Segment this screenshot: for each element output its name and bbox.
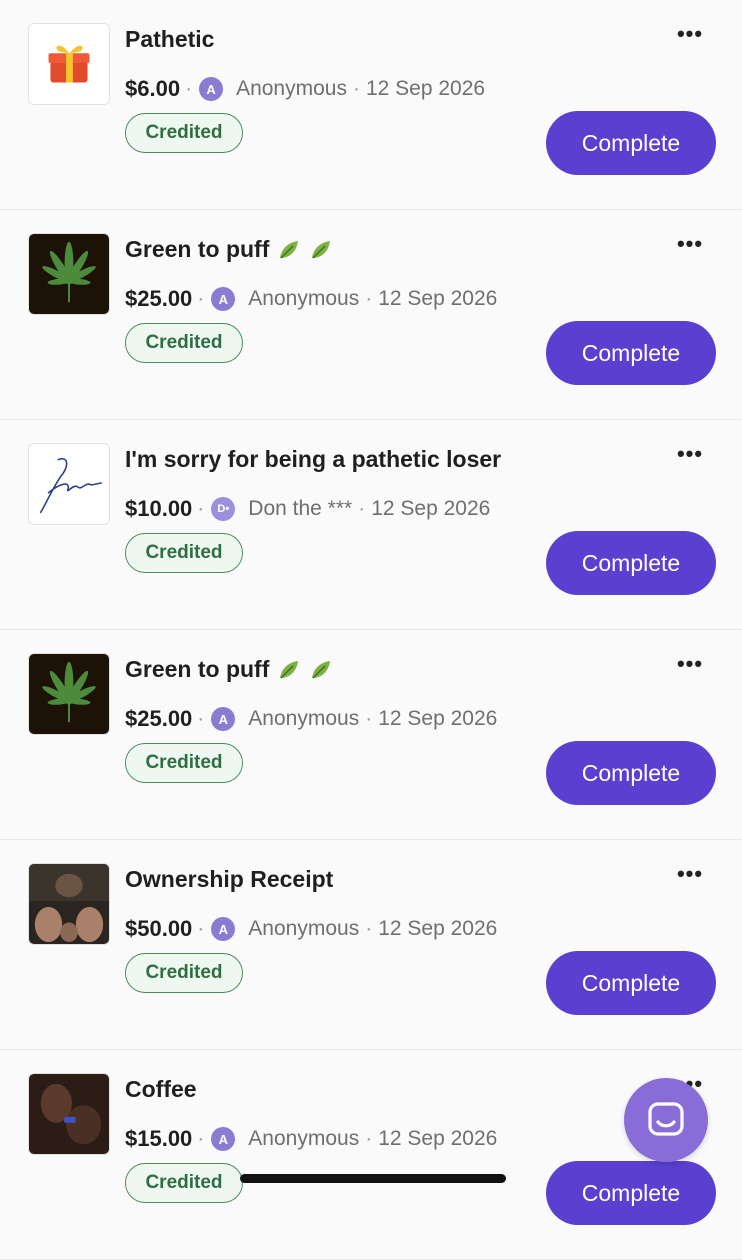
- chat-bubble-icon: [648, 1102, 684, 1136]
- separator: ·: [197, 917, 205, 940]
- complete-button[interactable]: Complete: [546, 951, 716, 1015]
- more-dots-icon[interactable]: •••: [672, 441, 708, 466]
- transaction-amount: $10.00: [125, 496, 193, 521]
- complete-button[interactable]: Complete: [546, 111, 716, 175]
- gift-icon: [29, 24, 109, 104]
- signature-icon: [29, 444, 109, 524]
- avatar: D•: [211, 497, 236, 521]
- sender-name: Anonymous: [236, 77, 347, 100]
- list-item: Green to puff $25.00 · A Anonymous · 12 …: [0, 210, 742, 420]
- photo-icon: [29, 1074, 109, 1154]
- status-badge: Credited: [125, 113, 243, 153]
- herb-leaf-icon: [312, 240, 331, 258]
- leaf-thumbnail: [28, 233, 110, 315]
- transaction-meta: $15.00 · A Anonymous · 12 Sep 2026: [125, 1124, 497, 1154]
- status-badge: Credited: [125, 743, 243, 783]
- transaction-date: 12 Sep 2026: [378, 707, 498, 730]
- more-dots-icon[interactable]: •••: [672, 21, 708, 46]
- transaction-amount: $6.00: [125, 76, 181, 101]
- complete-button[interactable]: Complete: [546, 531, 716, 595]
- transaction-date: 12 Sep 2026: [378, 917, 498, 940]
- transaction-title: I'm sorry for being a pathetic loser: [125, 446, 502, 472]
- transaction-title: Pathetic: [125, 26, 215, 52]
- sender-name: Anonymous: [248, 287, 360, 310]
- complete-button[interactable]: Complete: [546, 321, 716, 385]
- separator: ·: [185, 77, 193, 100]
- separator: ·: [197, 707, 205, 730]
- sender-name: Anonymous: [248, 1127, 360, 1150]
- avatar: A: [211, 287, 236, 311]
- complete-button[interactable]: Complete: [546, 1161, 716, 1225]
- more-dots-icon[interactable]: •••: [672, 651, 708, 676]
- separator: ·: [358, 497, 366, 520]
- separator: ·: [197, 497, 205, 520]
- gift-thumbnail: [28, 23, 110, 105]
- transaction-date: 12 Sep 2026: [378, 1127, 498, 1150]
- transaction-list: Pathetic $6.00 · A Anonymous · 12 Sep 20…: [0, 0, 742, 1260]
- transaction-date: 12 Sep 2026: [365, 77, 486, 100]
- avatar: A: [211, 707, 236, 731]
- list-item: Pathetic $6.00 · A Anonymous · 12 Sep 20…: [0, 0, 742, 210]
- photo-icon: [29, 864, 109, 944]
- transaction-title: Green to puff: [125, 236, 333, 263]
- sender-name: Anonymous: [248, 707, 360, 730]
- separator: ·: [197, 287, 205, 310]
- avatar: A: [211, 1127, 236, 1151]
- cannabis-leaf-icon: [29, 654, 109, 734]
- transaction-title: Ownership Receipt: [125, 866, 334, 892]
- photo-thumbnail: [28, 863, 110, 945]
- separator: ·: [365, 287, 373, 310]
- herb-leaf-icon: [280, 660, 299, 678]
- list-item: I'm sorry for being a pathetic loser $10…: [0, 420, 742, 630]
- transaction-title: Coffee: [125, 1076, 197, 1102]
- transaction-meta: $6.00 · A Anonymous · 12 Sep 2026: [125, 74, 485, 104]
- transaction-meta: $25.00 · A Anonymous · 12 Sep 2026: [125, 284, 497, 314]
- separator: ·: [352, 77, 360, 100]
- signature-thumbnail: [28, 443, 110, 525]
- more-dots-icon[interactable]: •••: [672, 231, 708, 256]
- list-item: Ownership Receipt $50.00 · A Anonymous ·…: [0, 840, 742, 1050]
- list-item: Green to puff $25.00 · A Anonymous · 12 …: [0, 630, 742, 840]
- more-dots-icon[interactable]: •••: [672, 861, 708, 886]
- photo-thumbnail: [28, 1073, 110, 1155]
- transaction-meta: $25.00 · A Anonymous · 12 Sep 2026: [125, 704, 497, 734]
- sender-name: Don the ***: [248, 497, 353, 520]
- avatar: A: [199, 77, 224, 101]
- herb-leaf-icon: [312, 660, 331, 678]
- transaction-meta: $50.00 · A Anonymous · 12 Sep 2026: [125, 914, 497, 944]
- separator: ·: [365, 917, 373, 940]
- transaction-title: Green to puff: [125, 656, 333, 683]
- transaction-amount: $50.00: [125, 916, 193, 941]
- transaction-meta: $10.00 · D• Don the *** · 12 Sep 2026: [125, 494, 490, 524]
- separator: ·: [365, 707, 373, 730]
- leaf-thumbnail: [28, 653, 110, 735]
- complete-button[interactable]: Complete: [546, 741, 716, 805]
- avatar: A: [211, 917, 236, 941]
- chat-fab-button[interactable]: [624, 1078, 708, 1162]
- sender-name: Anonymous: [248, 917, 360, 940]
- status-badge: Credited: [125, 953, 243, 993]
- home-indicator: [240, 1174, 506, 1183]
- cannabis-leaf-icon: [29, 234, 109, 314]
- transaction-date: 12 Sep 2026: [378, 287, 498, 310]
- transaction-amount: $15.00: [125, 1126, 193, 1151]
- transaction-amount: $25.00: [125, 286, 193, 311]
- herb-leaf-icon: [280, 240, 299, 258]
- transaction-amount: $25.00: [125, 706, 193, 731]
- status-badge: Credited: [125, 323, 243, 363]
- separator: ·: [365, 1127, 373, 1150]
- list-item: Coffee $15.00 · A Anonymous · 12 Sep 202…: [0, 1050, 742, 1260]
- transaction-date: 12 Sep 2026: [371, 497, 491, 520]
- status-badge: Credited: [125, 533, 243, 573]
- separator: ·: [197, 1127, 205, 1150]
- status-badge: Credited: [125, 1163, 243, 1203]
